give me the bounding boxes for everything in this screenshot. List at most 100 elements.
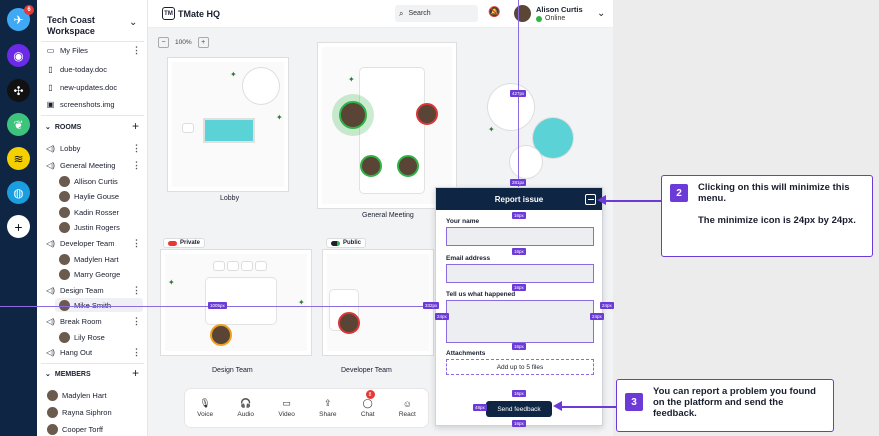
- workspace-chat-icon[interactable]: ◉: [7, 44, 30, 67]
- member-item[interactable]: Rayna Siphron: [47, 405, 112, 419]
- avatar-person[interactable]: [416, 103, 438, 125]
- avatar-person[interactable]: [339, 101, 367, 129]
- add-workspace-button[interactable]: +: [7, 215, 30, 238]
- avatar-person[interactable]: [210, 324, 232, 346]
- member-name: Madylen Hart: [62, 390, 107, 400]
- member-name: Cooper Torff: [62, 424, 103, 434]
- divider: [41, 41, 144, 42]
- workspace-layers-icon[interactable]: ≋: [7, 147, 30, 170]
- document-icon: ▯: [48, 64, 53, 74]
- add-files-button[interactable]: Add up to 5 files: [446, 359, 594, 375]
- measure-label: 1005px: [208, 302, 227, 309]
- callout-line: The minimize icon is 24px by 24px.: [698, 215, 856, 226]
- room-member[interactable]: Justin Rogers: [59, 220, 120, 234]
- room-member[interactable]: Lily Rose: [59, 330, 105, 344]
- measure-label: 16px: [512, 248, 526, 255]
- member-name: Allison Curtis: [74, 176, 118, 186]
- name-label: Your name: [446, 218, 480, 225]
- more-icon[interactable]: ⋮: [132, 144, 141, 153]
- chevron-down-icon[interactable]: ⌄: [597, 8, 605, 19]
- sidebar-room-developer-team[interactable]: ◁) Developer Team: [45, 236, 114, 250]
- email-field[interactable]: [446, 264, 594, 283]
- speaker-icon: ◁): [46, 238, 55, 248]
- add-member-button[interactable]: +: [132, 366, 139, 380]
- room-label-design: Design Team: [212, 367, 253, 374]
- sidebar-room-lobby[interactable]: ◁) Lobby: [45, 141, 80, 155]
- avatar-person[interactable]: [338, 312, 360, 334]
- more-icon[interactable]: ⋮: [132, 161, 141, 170]
- room-member[interactable]: Madylen Hart: [59, 252, 119, 266]
- file-item[interactable]: ▯ new-updates.doc: [45, 80, 117, 94]
- description-field-group: Tell us what happened: [446, 291, 594, 343]
- document-icon: ▯: [48, 82, 53, 92]
- dialog-title: Report issue: [494, 194, 544, 204]
- member-name: Justin Rogers: [74, 222, 120, 232]
- avatar[interactable]: [514, 5, 531, 22]
- attachments-label: Attachments: [446, 350, 486, 357]
- member-item[interactable]: Cooper Torff: [47, 422, 103, 436]
- room-member[interactable]: Marry George: [59, 267, 120, 281]
- divider: [41, 363, 144, 364]
- room-member[interactable]: Kadin Rosser: [59, 205, 119, 219]
- sidebar-room-design-team[interactable]: ◁) Design Team: [45, 283, 104, 297]
- more-icon[interactable]: ⋮: [132, 46, 141, 55]
- avatar: [59, 175, 70, 187]
- round-table: [510, 146, 542, 178]
- room-member[interactable]: Haylie Gouse: [59, 189, 119, 203]
- toolbar-label: Video: [278, 411, 295, 418]
- member-item[interactable]: Madylen Hart: [47, 388, 107, 402]
- sidebar-room-break-room[interactable]: ◁) Break Room: [45, 314, 102, 328]
- share-button[interactable]: ⇪ Share: [319, 398, 336, 418]
- sidebar-item-my-files[interactable]: ▭ My Files: [45, 43, 88, 57]
- avatar: [47, 389, 58, 401]
- file-item[interactable]: ▯ due-today.doc: [45, 62, 107, 76]
- video-button[interactable]: ▭ Video: [278, 398, 295, 418]
- chevron-down-icon[interactable]: ⌄: [129, 17, 137, 28]
- description-textarea[interactable]: [446, 300, 594, 343]
- sidebar-room-general-meeting[interactable]: ◁) General Meeting: [45, 158, 115, 172]
- email-field-group: Email address: [446, 255, 594, 283]
- workspace-nodes-icon[interactable]: ✣: [7, 79, 30, 102]
- more-icon[interactable]: ⋮: [132, 348, 141, 357]
- chat-button[interactable]: 8 ◯ Chat: [361, 390, 375, 418]
- workspace-badge: 6: [24, 5, 34, 15]
- workspace-rocket-icon[interactable]: ✈ 6: [7, 5, 34, 31]
- workspace-rail: ✈ 6 ◉ ✣ ❦ ≋ ◍ +: [0, 0, 37, 436]
- more-icon[interactable]: ⋮: [132, 286, 141, 295]
- room-member[interactable]: Allison Curtis: [59, 174, 118, 188]
- chair: [183, 124, 193, 132]
- minimize-icon[interactable]: [585, 194, 596, 205]
- member-name: Haylie Gouse: [74, 191, 120, 201]
- zoom-out-button[interactable]: −: [158, 37, 169, 48]
- avatar-person[interactable]: [360, 155, 382, 177]
- search-input[interactable]: ⌕ Search: [395, 5, 478, 22]
- name-field[interactable]: [446, 227, 594, 246]
- workspace-drop-icon[interactable]: ◍: [7, 181, 30, 204]
- room-member[interactable]: Mike Smith: [55, 298, 143, 312]
- file-item[interactable]: ▣ screenshots.img: [45, 97, 115, 111]
- callout-text: You can report a problem you found on th…: [653, 386, 816, 419]
- bell-muted-icon[interactable]: 🔕: [488, 7, 500, 18]
- audio-button[interactable]: 🎧 Audio: [237, 398, 254, 418]
- file-label: screenshots.img: [60, 99, 115, 109]
- more-icon[interactable]: ⋮: [132, 239, 141, 248]
- avatar: [59, 221, 70, 233]
- add-room-button[interactable]: +: [132, 119, 139, 133]
- react-button[interactable]: ☺ React: [399, 399, 416, 418]
- room-label-developer: Developer Team: [341, 367, 392, 374]
- voice-button[interactable]: 🎙 Voice: [197, 398, 213, 418]
- more-icon[interactable]: ⋮: [132, 317, 141, 326]
- chat-badge: 8: [365, 390, 375, 399]
- room-label: General Meeting: [60, 160, 116, 170]
- workspace-leaf-icon[interactable]: ❦: [7, 113, 30, 136]
- arrow-head-icon: [553, 401, 562, 411]
- description-label: Tell us what happened: [446, 291, 516, 298]
- avatar-person[interactable]: [397, 155, 419, 177]
- members-header[interactable]: ⌄ MEMBERS: [45, 367, 91, 381]
- rooms-header[interactable]: ⌄ ROOMS: [45, 120, 81, 134]
- zoom-in-button[interactable]: +: [197, 37, 209, 48]
- room-label-lobby: Lobby: [220, 195, 240, 202]
- send-feedback-button[interactable]: Send feedback: [486, 401, 552, 417]
- room-label: Break Room: [60, 316, 102, 326]
- sidebar-room-hang-out[interactable]: ◁) Hang Out: [45, 345, 92, 359]
